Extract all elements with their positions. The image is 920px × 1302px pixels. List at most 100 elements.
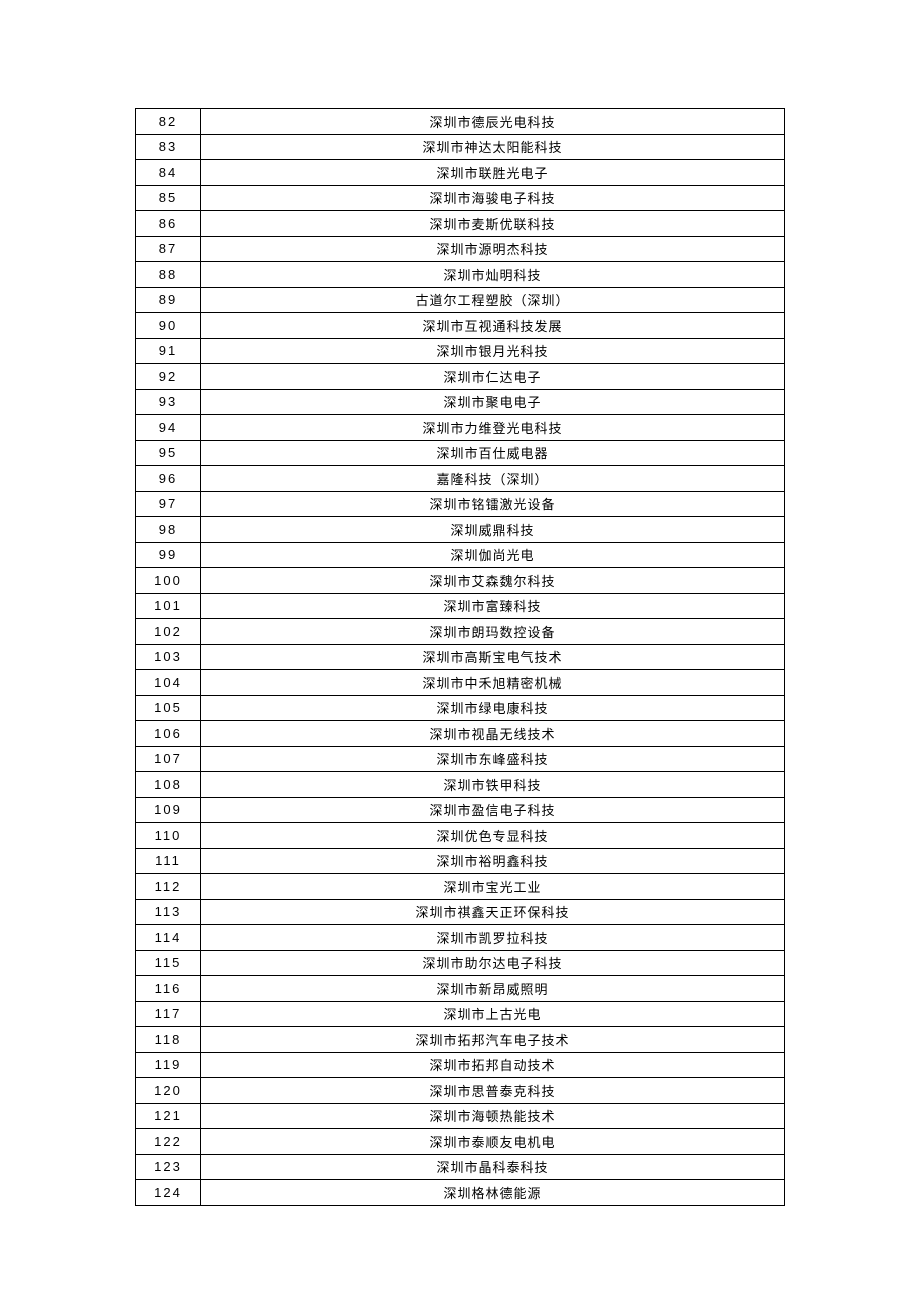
company-name: 深圳市源明杰科技: [201, 236, 785, 262]
company-name: 嘉隆科技（深圳）: [201, 466, 785, 492]
company-name: 深圳市盈信电子科技: [201, 797, 785, 823]
company-name: 深圳市宝光工业: [201, 874, 785, 900]
company-name: 深圳市朗玛数控设备: [201, 619, 785, 645]
row-number: 89: [136, 287, 201, 313]
company-name: 深圳市力维登光电科技: [201, 415, 785, 441]
row-number: 91: [136, 338, 201, 364]
table-row: 114深圳市凯罗拉科技: [136, 925, 785, 951]
table-row: 84深圳市联胜光电子: [136, 160, 785, 186]
company-name: 深圳市高斯宝电气技术: [201, 644, 785, 670]
row-number: 105: [136, 695, 201, 721]
company-name: 深圳市银月光科技: [201, 338, 785, 364]
company-table: 82深圳市德辰光电科技83深圳市神达太阳能科技84深圳市联胜光电子85深圳市海骏…: [135, 108, 785, 1206]
table-row: 96嘉隆科技（深圳）: [136, 466, 785, 492]
company-name: 深圳市助尔达电子科技: [201, 950, 785, 976]
table-row: 92深圳市仁达电子: [136, 364, 785, 390]
table-row: 111深圳市裕明鑫科技: [136, 848, 785, 874]
table-row: 124深圳格林德能源: [136, 1180, 785, 1206]
company-name: 深圳市铁甲科技: [201, 772, 785, 798]
company-name: 深圳市裕明鑫科技: [201, 848, 785, 874]
row-number: 95: [136, 440, 201, 466]
row-number: 92: [136, 364, 201, 390]
table-row: 122深圳市泰顺友电机电: [136, 1129, 785, 1155]
table-row: 117深圳市上古光电: [136, 1001, 785, 1027]
row-number: 98: [136, 517, 201, 543]
company-name: 深圳市百仕威电器: [201, 440, 785, 466]
company-table-container: 82深圳市德辰光电科技83深圳市神达太阳能科技84深圳市联胜光电子85深圳市海骏…: [135, 108, 785, 1206]
company-name: 深圳市聚电电子: [201, 389, 785, 415]
table-row: 99深圳伽尚光电: [136, 542, 785, 568]
table-row: 121深圳市海顿热能技术: [136, 1103, 785, 1129]
row-number: 93: [136, 389, 201, 415]
company-name: 深圳市绿电康科技: [201, 695, 785, 721]
table-row: 103深圳市高斯宝电气技术: [136, 644, 785, 670]
table-row: 110深圳优色专显科技: [136, 823, 785, 849]
table-body: 82深圳市德辰光电科技83深圳市神达太阳能科技84深圳市联胜光电子85深圳市海骏…: [136, 109, 785, 1206]
company-name: 深圳伽尚光电: [201, 542, 785, 568]
row-number: 112: [136, 874, 201, 900]
company-name: 深圳市祺鑫天正环保科技: [201, 899, 785, 925]
company-name: 深圳市东峰盛科技: [201, 746, 785, 772]
row-number: 123: [136, 1154, 201, 1180]
company-name: 古道尔工程塑胶（深圳）: [201, 287, 785, 313]
row-number: 86: [136, 211, 201, 237]
table-row: 89古道尔工程塑胶（深圳）: [136, 287, 785, 313]
company-name: 深圳市联胜光电子: [201, 160, 785, 186]
row-number: 122: [136, 1129, 201, 1155]
table-row: 95深圳市百仕威电器: [136, 440, 785, 466]
row-number: 100: [136, 568, 201, 594]
row-number: 113: [136, 899, 201, 925]
company-name: 深圳市灿明科技: [201, 262, 785, 288]
row-number: 99: [136, 542, 201, 568]
company-name: 深圳市泰顺友电机电: [201, 1129, 785, 1155]
company-name: 深圳市海顿热能技术: [201, 1103, 785, 1129]
row-number: 85: [136, 185, 201, 211]
table-row: 112深圳市宝光工业: [136, 874, 785, 900]
table-row: 94深圳市力维登光电科技: [136, 415, 785, 441]
table-row: 85深圳市海骏电子科技: [136, 185, 785, 211]
table-row: 86深圳市麦斯优联科技: [136, 211, 785, 237]
company-name: 深圳市铭镭激光设备: [201, 491, 785, 517]
row-number: 109: [136, 797, 201, 823]
company-name: 深圳市凯罗拉科技: [201, 925, 785, 951]
table-row: 87深圳市源明杰科技: [136, 236, 785, 262]
company-name: 深圳市互视通科技发展: [201, 313, 785, 339]
table-row: 115深圳市助尔达电子科技: [136, 950, 785, 976]
company-name: 深圳市上古光电: [201, 1001, 785, 1027]
row-number: 108: [136, 772, 201, 798]
table-row: 113深圳市祺鑫天正环保科技: [136, 899, 785, 925]
table-row: 104深圳市中禾旭精密机械: [136, 670, 785, 696]
table-row: 109深圳市盈信电子科技: [136, 797, 785, 823]
table-row: 90深圳市互视通科技发展: [136, 313, 785, 339]
company-name: 深圳市德辰光电科技: [201, 109, 785, 135]
row-number: 87: [136, 236, 201, 262]
table-row: 106深圳市视晶无线技术: [136, 721, 785, 747]
table-row: 118深圳市拓邦汽车电子技术: [136, 1027, 785, 1053]
table-row: 98深圳威鼎科技: [136, 517, 785, 543]
row-number: 107: [136, 746, 201, 772]
row-number: 115: [136, 950, 201, 976]
row-number: 121: [136, 1103, 201, 1129]
table-row: 108深圳市铁甲科技: [136, 772, 785, 798]
company-name: 深圳市视晶无线技术: [201, 721, 785, 747]
row-number: 84: [136, 160, 201, 186]
row-number: 103: [136, 644, 201, 670]
company-name: 深圳格林德能源: [201, 1180, 785, 1206]
table-row: 91深圳市银月光科技: [136, 338, 785, 364]
row-number: 117: [136, 1001, 201, 1027]
company-name: 深圳市富臻科技: [201, 593, 785, 619]
row-number: 88: [136, 262, 201, 288]
company-name: 深圳市拓邦汽车电子技术: [201, 1027, 785, 1053]
row-number: 96: [136, 466, 201, 492]
company-name: 深圳市神达太阳能科技: [201, 134, 785, 160]
table-row: 105深圳市绿电康科技: [136, 695, 785, 721]
table-row: 116深圳市新昂威照明: [136, 976, 785, 1002]
table-row: 102深圳市朗玛数控设备: [136, 619, 785, 645]
row-number: 97: [136, 491, 201, 517]
company-name: 深圳市思普泰克科技: [201, 1078, 785, 1104]
row-number: 104: [136, 670, 201, 696]
table-row: 107深圳市东峰盛科技: [136, 746, 785, 772]
row-number: 111: [136, 848, 201, 874]
company-name: 深圳市拓邦自动技术: [201, 1052, 785, 1078]
row-number: 83: [136, 134, 201, 160]
